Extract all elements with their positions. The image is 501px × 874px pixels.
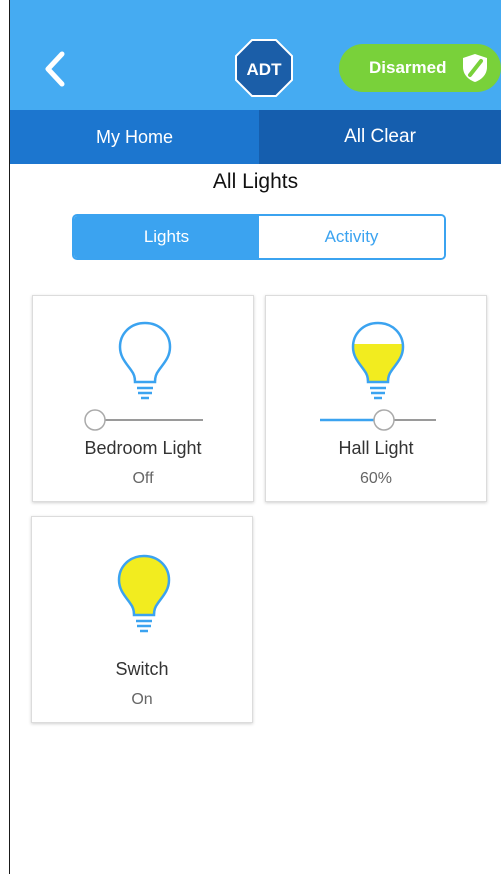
status-bar: My Home All Clear [10,110,501,164]
tab-activity[interactable]: Activity [259,216,444,258]
adt-logo: ADT [234,38,294,98]
device-name: Bedroom Light [84,438,202,458]
shield-icon [463,54,487,82]
security-status-label: Disarmed [369,58,447,77]
brightness-slider[interactable] [83,408,207,432]
lightbulb-icon [117,554,171,633]
adt-logo-text: ADT [247,60,283,79]
system-status-label: All Clear [259,110,501,164]
device-card-switch[interactable]: Switch On [31,516,253,723]
location-label[interactable]: My Home [10,110,259,164]
brightness-slider[interactable] [316,408,440,432]
app-header: ADT Disarmed [10,0,501,110]
view-tabs: Lights Activity [72,214,446,260]
device-name: Switch [115,659,169,679]
lightbulb-icon [351,321,405,400]
security-status-button[interactable]: Disarmed [339,44,501,92]
page-title: All Lights [212,170,299,193]
lightbulb-icon [118,321,172,400]
tab-lights[interactable]: Lights [74,216,259,258]
device-state: Off [132,470,154,487]
back-button[interactable] [38,48,72,90]
device-state: 60% [359,470,393,487]
device-state: On [131,691,153,708]
slider-handle [84,409,106,431]
device-card-hall-light[interactable]: Hall Light 60% [265,295,487,502]
device-name: Hall Light [338,438,414,458]
device-card-bedroom-light[interactable]: Bedroom Light Off [32,295,254,502]
slider-handle [373,409,395,431]
chevron-left-icon [45,51,65,87]
